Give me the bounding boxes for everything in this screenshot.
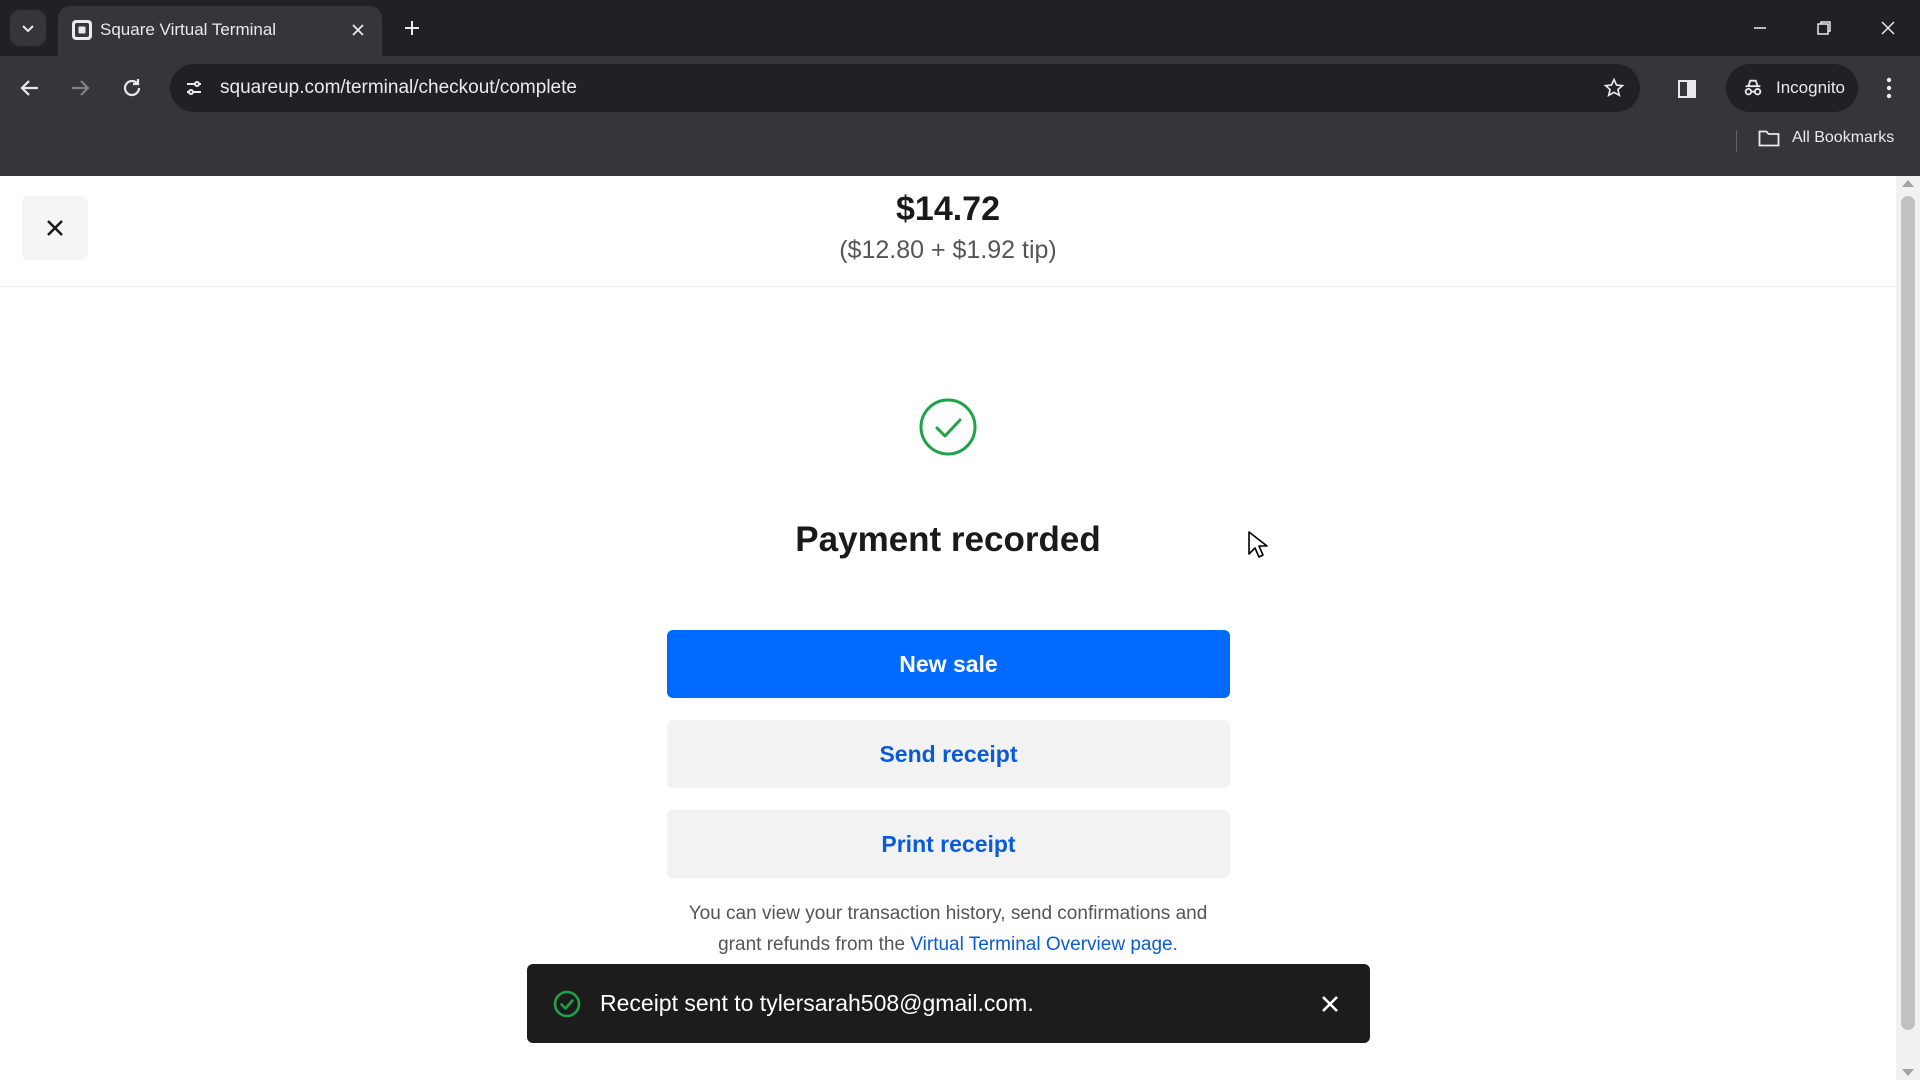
bookmark-star-icon[interactable]	[1600, 74, 1628, 102]
reload-icon[interactable]	[112, 68, 152, 108]
square-favicon-icon	[72, 20, 92, 40]
info-line-2-suffix: .	[1172, 934, 1178, 955]
close-tab-icon[interactable]	[346, 18, 370, 42]
url-text[interactable]: squareup.com/terminal/checkout/complete	[220, 77, 577, 99]
forward-icon[interactable]	[60, 68, 100, 108]
new-tab-icon[interactable]	[398, 14, 426, 42]
chevron-down-icon	[22, 25, 34, 33]
active-tab[interactable]: Square Virtual Terminal	[58, 6, 382, 56]
incognito-label: Incognito	[1776, 78, 1845, 97]
incognito-indicator[interactable]: Incognito	[1726, 64, 1858, 112]
menu-icon[interactable]	[1874, 72, 1904, 104]
folder-icon	[1758, 128, 1782, 148]
toast-close-icon[interactable]	[1314, 988, 1346, 1020]
receipt-sent-toast: Receipt sent to tylersarah508@gmail.com.	[527, 964, 1370, 1043]
page-scrollbar[interactable]	[1896, 176, 1920, 1080]
print-receipt-button[interactable]: Print receipt	[667, 810, 1230, 878]
amount-breakdown: ($12.80 + $1.92 tip)	[839, 236, 1057, 264]
send-receipt-button[interactable]: Send receipt	[667, 720, 1230, 788]
scrollbar-thumb[interactable]	[1901, 196, 1915, 1030]
mouse-cursor-icon	[1248, 531, 1268, 558]
browser-tab-bar: Square Virtual Terminal	[0, 0, 1920, 56]
info-line-1: You can view your transaction history, s…	[688, 903, 1208, 924]
header-divider	[0, 286, 1896, 287]
info-line-2-prefix: grant refunds from the	[718, 934, 911, 955]
virtual-terminal-overview-link[interactable]: Virtual Terminal Overview page	[910, 934, 1172, 955]
total-amount: $14.72	[896, 190, 1000, 228]
site-settings-icon[interactable]	[180, 74, 208, 102]
tab-search-button[interactable]	[10, 10, 46, 46]
address-bar[interactable]: squareup.com/terminal/checkout/complete	[170, 64, 1640, 112]
transaction-info-text: You can view your transaction history, s…	[0, 898, 1896, 960]
browser-toolbar: squareup.com/terminal/checkout/complete …	[0, 56, 1920, 176]
bookmarks-divider	[1736, 130, 1737, 152]
restore-icon[interactable]	[1804, 10, 1844, 46]
all-bookmarks-label: All Bookmarks	[1792, 129, 1895, 146]
minimize-icon[interactable]	[1740, 10, 1780, 46]
toast-check-icon	[552, 989, 582, 1019]
scroll-up-arrow-icon[interactable]	[1902, 180, 1914, 187]
incognito-icon	[1740, 75, 1766, 101]
info-line-2: grant refunds from the Virtual Terminal …	[0, 929, 1896, 960]
side-panel-icon[interactable]	[1672, 74, 1702, 104]
back-icon[interactable]	[10, 68, 50, 108]
scroll-down-arrow-icon[interactable]	[1902, 1069, 1914, 1076]
toast-message: Receipt sent to tylersarah508@gmail.com.	[600, 990, 1034, 1016]
close-window-icon[interactable]	[1868, 10, 1908, 46]
tab-title: Square Virtual Terminal	[100, 20, 277, 39]
success-check-icon	[919, 398, 977, 456]
new-sale-button[interactable]: New sale	[667, 630, 1230, 698]
all-bookmarks-button[interactable]: All Bookmarks	[1758, 128, 1894, 148]
checkout-complete-page: $14.72 ($12.80 + $1.92 tip) Payment reco…	[0, 176, 1920, 1080]
payment-status-title: Payment recorded	[795, 520, 1101, 559]
